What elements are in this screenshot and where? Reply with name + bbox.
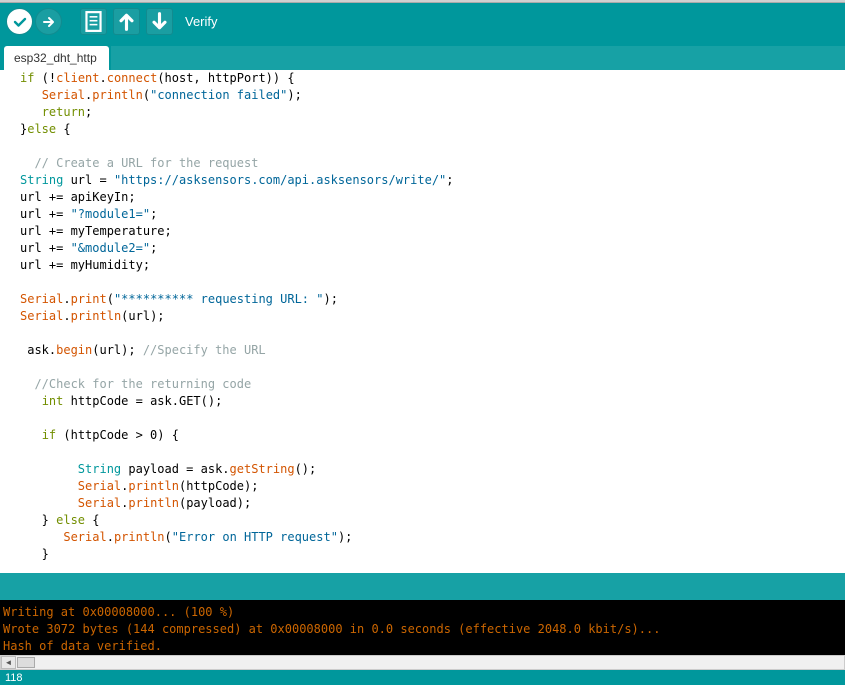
output-console: Writing at 0x00008000... (100 %) Wrote 3… (0, 600, 845, 655)
horizontal-scrollbar[interactable]: ◄ (0, 655, 845, 670)
file-icon (81, 9, 106, 34)
scroll-left-button[interactable]: ◄ (1, 656, 16, 669)
status-line-number: 118 (5, 672, 23, 684)
toolbar-tooltip: Verify (185, 14, 218, 29)
console-line: Hash of data verified. (3, 638, 842, 655)
status-bar: 118 (0, 670, 845, 685)
check-icon (12, 14, 28, 30)
new-button[interactable] (80, 8, 107, 35)
verify-button[interactable] (6, 8, 33, 35)
console-line: Wrote 3072 bytes (144 compressed) at 0x0… (3, 621, 842, 638)
upload-button[interactable] (35, 8, 62, 35)
arrow-up-icon (114, 9, 139, 34)
toolbar: Verify (0, 3, 845, 40)
arrow-down-icon (147, 9, 172, 34)
arrow-right-icon (41, 14, 57, 30)
console-line: Writing at 0x00008000... (100 %) (3, 604, 842, 621)
scroll-thumb[interactable] (17, 657, 35, 668)
code-editor[interactable]: if (!client.connect(host, httpPort)) { S… (0, 70, 845, 573)
editor-separator (0, 573, 845, 600)
tab-bar-fill (111, 46, 845, 70)
save-button[interactable] (146, 8, 173, 35)
tab-bar: esp32_dht_http (0, 40, 845, 70)
open-button[interactable] (113, 8, 140, 35)
tab-sketch[interactable]: esp32_dht_http (4, 46, 109, 70)
